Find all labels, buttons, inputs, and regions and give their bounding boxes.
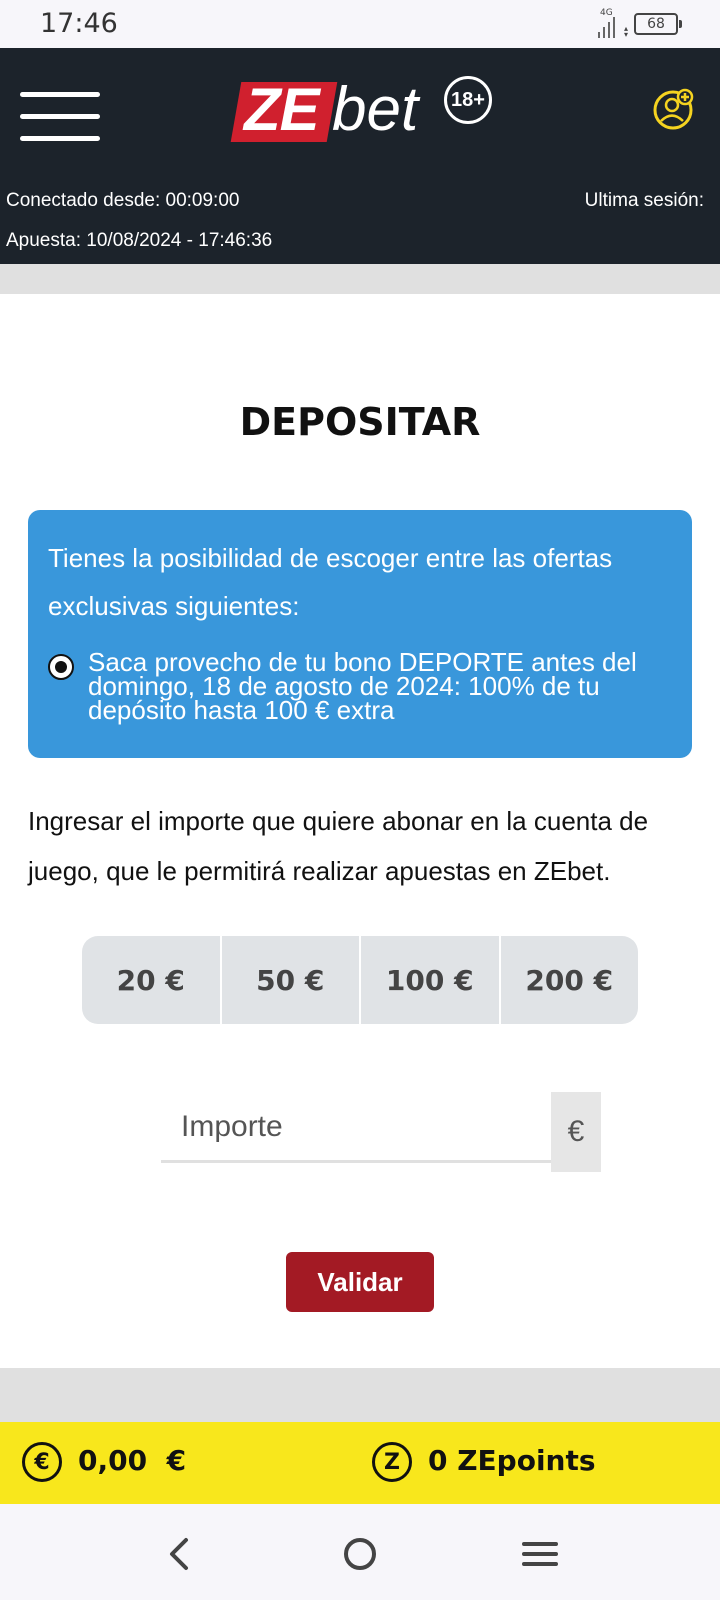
zepoints-coin-icon: Z xyxy=(372,1442,412,1482)
last-session-label: Ultima sesión: xyxy=(584,190,704,211)
status-icons: 4G ▴ ▾ 68 xyxy=(598,6,682,42)
zebet-logo[interactable]: ZE bet 18+ xyxy=(230,74,496,154)
offer-intro-text: Tienes la posibilidad de escoger entre l… xyxy=(48,543,613,621)
back-icon[interactable] xyxy=(152,1526,208,1582)
logo-bet-text: bet xyxy=(332,75,419,144)
age-restriction-badge: 18+ xyxy=(444,76,492,124)
user-account-icon[interactable] xyxy=(652,88,694,130)
home-icon[interactable] xyxy=(332,1526,388,1582)
logo-ze-text: ZE xyxy=(244,76,320,143)
amount-input[interactable] xyxy=(161,1093,551,1163)
status-bar: 17:46 4G ▴ ▾ 68 xyxy=(0,0,720,48)
balance-bar: € 0,00 € Z 0 ZEpoints xyxy=(0,1422,720,1504)
battery-level: 68 xyxy=(647,16,665,32)
last-bet-label: Apuesta: 10/08/2024 - 17:46:36 xyxy=(6,230,273,251)
zepoints-amount[interactable]: 0 ZEpoints xyxy=(428,1444,596,1477)
recents-icon[interactable] xyxy=(512,1526,568,1582)
amount-button-200[interactable]: 200 € xyxy=(500,936,638,1024)
connected-since-label: Conectado desde: 00:09:00 xyxy=(6,190,240,211)
amount-button-20[interactable]: 20 € xyxy=(82,936,222,1024)
app-header: ZE bet 18+ Conectado desde: 00:09:00 Ult… xyxy=(0,48,720,264)
balance-amount[interactable]: 0,00 € xyxy=(78,1444,186,1477)
offer-radio-button[interactable] xyxy=(48,654,74,680)
signal-icon: 4G ▴ ▾ xyxy=(598,8,628,39)
offer-option-label[interactable]: Saca provecho de tu bono DEPORTE antes d… xyxy=(88,649,668,723)
hamburger-menu-icon[interactable] xyxy=(20,92,100,142)
status-time: 17:46 xyxy=(40,8,118,39)
amount-button-50[interactable]: 50 € xyxy=(221,936,361,1024)
validate-button[interactable]: Validar xyxy=(286,1252,434,1312)
page-title: DEPOSITAR xyxy=(239,400,481,444)
battery-icon: 68 xyxy=(634,13,682,35)
system-nav-bar xyxy=(0,1504,720,1600)
footer-divider-band xyxy=(0,1368,720,1422)
amount-button-100[interactable]: 100 € xyxy=(361,936,501,1024)
deposit-description: Ingresar el importe que quiere abonar en… xyxy=(28,806,649,886)
euro-coin-icon: € xyxy=(22,1442,62,1482)
divider-band xyxy=(0,264,720,294)
offer-box: Tienes la posibilidad de escoger entre l… xyxy=(28,510,692,758)
amount-preset-group: 20 € 50 € 100 € 200 € xyxy=(82,936,638,1024)
currency-suffix: € xyxy=(551,1092,601,1172)
